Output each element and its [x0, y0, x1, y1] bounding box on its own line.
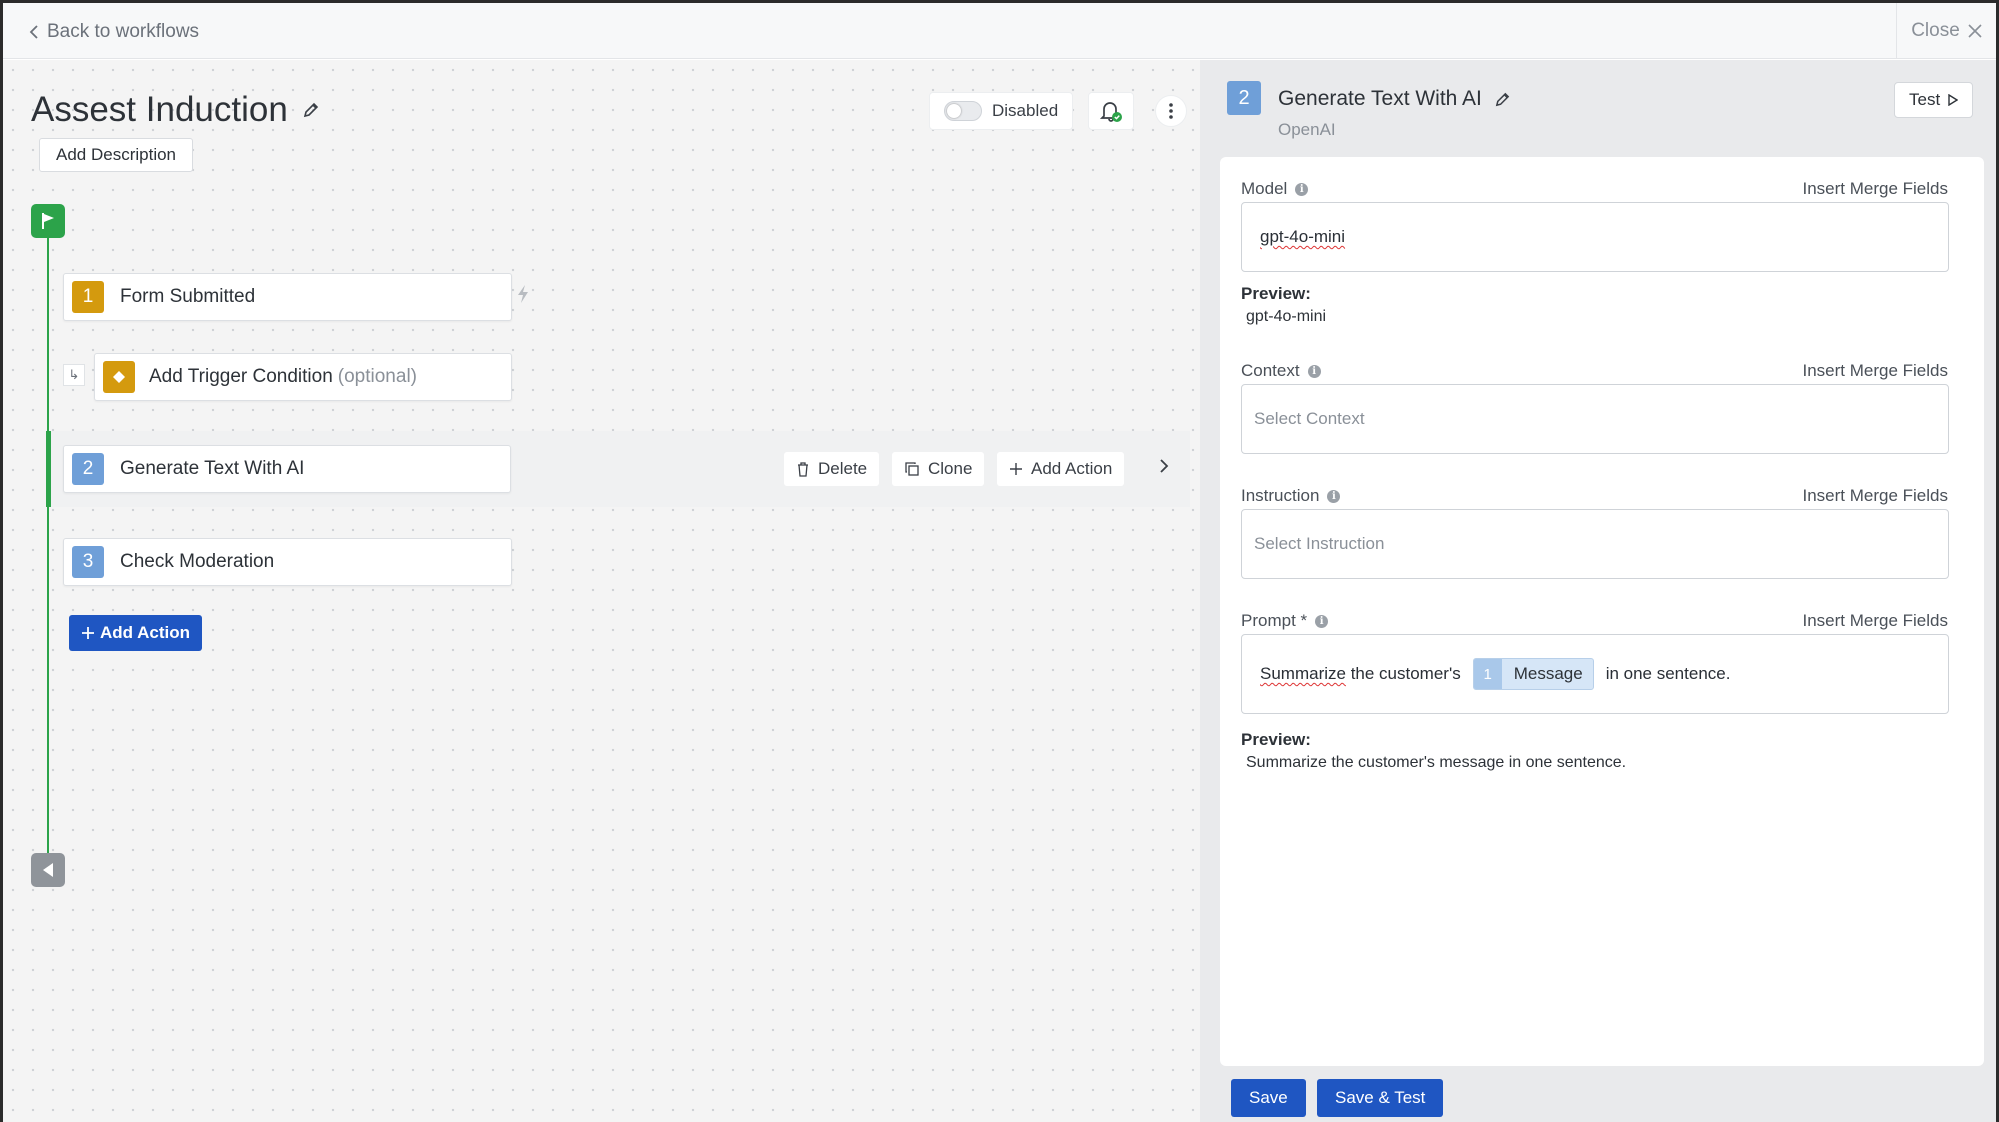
context-insert-merge-fields[interactable]: Insert Merge Fields [1803, 361, 1949, 381]
play-icon [1948, 94, 1959, 106]
prompt-label: Prompt * i [1241, 611, 1329, 631]
clone-button[interactable]: Clone [892, 452, 985, 486]
chip-step-number: 1 [1473, 659, 1502, 689]
prompt-text-before: the customer's [1345, 664, 1461, 683]
instruction-placeholder: Select Instruction [1254, 534, 1385, 553]
node-form-submitted[interactable]: 1 Form Submitted [63, 273, 512, 321]
add-description-button[interactable]: Add Description [39, 138, 194, 172]
start-node[interactable] [31, 204, 65, 238]
plus-icon [1010, 463, 1022, 475]
instruction-select[interactable]: Select Instruction [1241, 509, 1949, 579]
instruction-label-text: Instruction [1241, 486, 1320, 505]
copy-icon [905, 462, 919, 476]
trash-icon [798, 462, 808, 477]
prompt-insert-merge-fields[interactable]: Insert Merge Fields [1803, 611, 1949, 631]
add-action-label: Add Action [1031, 459, 1113, 478]
add-action-label: Add Action [100, 623, 191, 642]
lightning-icon [518, 285, 528, 303]
test-button[interactable]: Test [1894, 82, 1974, 118]
bell-check-icon [1099, 102, 1122, 122]
close-button[interactable]: Close [1896, 3, 1996, 59]
add-trigger-condition[interactable]: Add Trigger Condition (optional) [94, 353, 512, 401]
model-preview-value: gpt-4o-mini [1246, 308, 1327, 325]
more-options-button[interactable] [1155, 95, 1187, 127]
chevron-left-icon [29, 25, 38, 39]
node-label: Generate Text With AI [120, 458, 305, 479]
optional-label: (optional) [337, 366, 417, 387]
branch-icon: ↳ [63, 364, 85, 386]
end-node[interactable] [31, 853, 65, 887]
step-number: 2 [72, 453, 104, 485]
back-label: Back to workflows [47, 21, 200, 42]
test-label: Test [1909, 90, 1941, 109]
panel-title-text: Generate Text With AI [1278, 87, 1482, 110]
context-label-text: Context [1241, 361, 1300, 380]
close-label: Close [1911, 20, 1960, 41]
step-config-panel: 2 Generate Text With AI OpenAI Test Mode… [1200, 60, 1996, 1122]
kebab-icon [1169, 103, 1173, 119]
model-preview-label: Preview: [1241, 284, 1311, 303]
node-label: Form Submitted [120, 286, 256, 307]
toggle-switch[interactable] [944, 101, 982, 121]
instruction-label: Instruction i [1241, 486, 1341, 506]
workflow-canvas: Assest Induction Add Description Disable… [3, 60, 1200, 1122]
node-label: Check Moderation [120, 551, 275, 572]
save-and-test-button[interactable]: Save & Test [1317, 1079, 1444, 1117]
info-icon[interactable]: i [1295, 182, 1309, 196]
instruction-insert-merge-fields[interactable]: Insert Merge Fields [1803, 486, 1949, 506]
prompt-preview-value: Summarize the customer's message in one … [1246, 754, 1627, 771]
model-input[interactable]: gpt-4o-mini [1241, 202, 1949, 272]
workflow-title: Assest Induction [31, 90, 320, 130]
save-button[interactable]: Save [1231, 1079, 1306, 1117]
plus-icon [82, 627, 94, 639]
step-number-badge: 2 [1227, 81, 1261, 115]
delete-label: Delete [818, 459, 868, 478]
config-form: Model i Insert Merge Fields gpt-4o-mini … [1220, 157, 1984, 1066]
provider-label: OpenAI [1278, 120, 1336, 139]
chevron-right-icon[interactable] [1159, 458, 1169, 474]
merge-field-chip[interactable]: 1 Message [1472, 658, 1594, 690]
context-placeholder: Select Context [1254, 409, 1365, 428]
workflow-title-text: Assest Induction [31, 90, 288, 129]
notification-button[interactable] [1088, 92, 1134, 130]
end-flag-icon [43, 863, 53, 877]
toggle-label: Disabled [992, 101, 1059, 120]
close-icon [1968, 24, 1982, 38]
enable-toggle[interactable]: Disabled [929, 92, 1074, 130]
delete-button[interactable]: Delete [784, 452, 880, 486]
model-value: gpt-4o-mini [1260, 227, 1346, 246]
model-insert-merge-fields[interactable]: Insert Merge Fields [1803, 179, 1949, 199]
context-label: Context i [1241, 361, 1321, 381]
workflow-editor: Back to workflows Close Assest Induction… [3, 3, 1996, 1122]
prompt-text-first-word: Summarize [1260, 664, 1346, 683]
prompt-label-text: Prompt * [1241, 611, 1308, 630]
step-number: 1 [72, 281, 104, 313]
diamond-icon [103, 361, 135, 393]
prompt-editor[interactable]: Summarize the customer's 1 Message in on… [1241, 634, 1949, 714]
info-icon[interactable]: i [1307, 364, 1321, 378]
back-to-workflows-link[interactable]: Back to workflows [29, 21, 199, 43]
flag-icon [42, 213, 54, 229]
prompt-preview-label: Preview: [1241, 730, 1311, 749]
info-icon[interactable]: i [1327, 489, 1341, 503]
panel-title: Generate Text With AI [1278, 87, 1511, 111]
edit-pencil-icon[interactable] [1494, 91, 1511, 108]
trigger-condition-label: Add Trigger Condition [149, 366, 333, 387]
model-label: Model i [1241, 179, 1309, 199]
context-select[interactable]: Select Context [1241, 384, 1949, 454]
model-label-text: Model [1241, 179, 1288, 198]
top-bar: Back to workflows Close [3, 3, 1996, 59]
row-add-action-button[interactable]: Add Action [997, 452, 1125, 486]
flow-line [47, 238, 49, 853]
node-check-moderation[interactable]: 3 Check Moderation [63, 538, 512, 586]
prompt-text-after: in one sentence. [1605, 664, 1731, 683]
edit-pencil-icon[interactable] [302, 101, 320, 119]
clone-label: Clone [928, 459, 973, 478]
step-number: 3 [72, 546, 104, 578]
add-action-button[interactable]: Add Action [69, 615, 203, 651]
info-icon[interactable]: i [1315, 614, 1329, 628]
node-generate-text-with-ai[interactable]: 2 Generate Text With AI [63, 445, 511, 493]
chip-label: Message [1513, 664, 1583, 683]
